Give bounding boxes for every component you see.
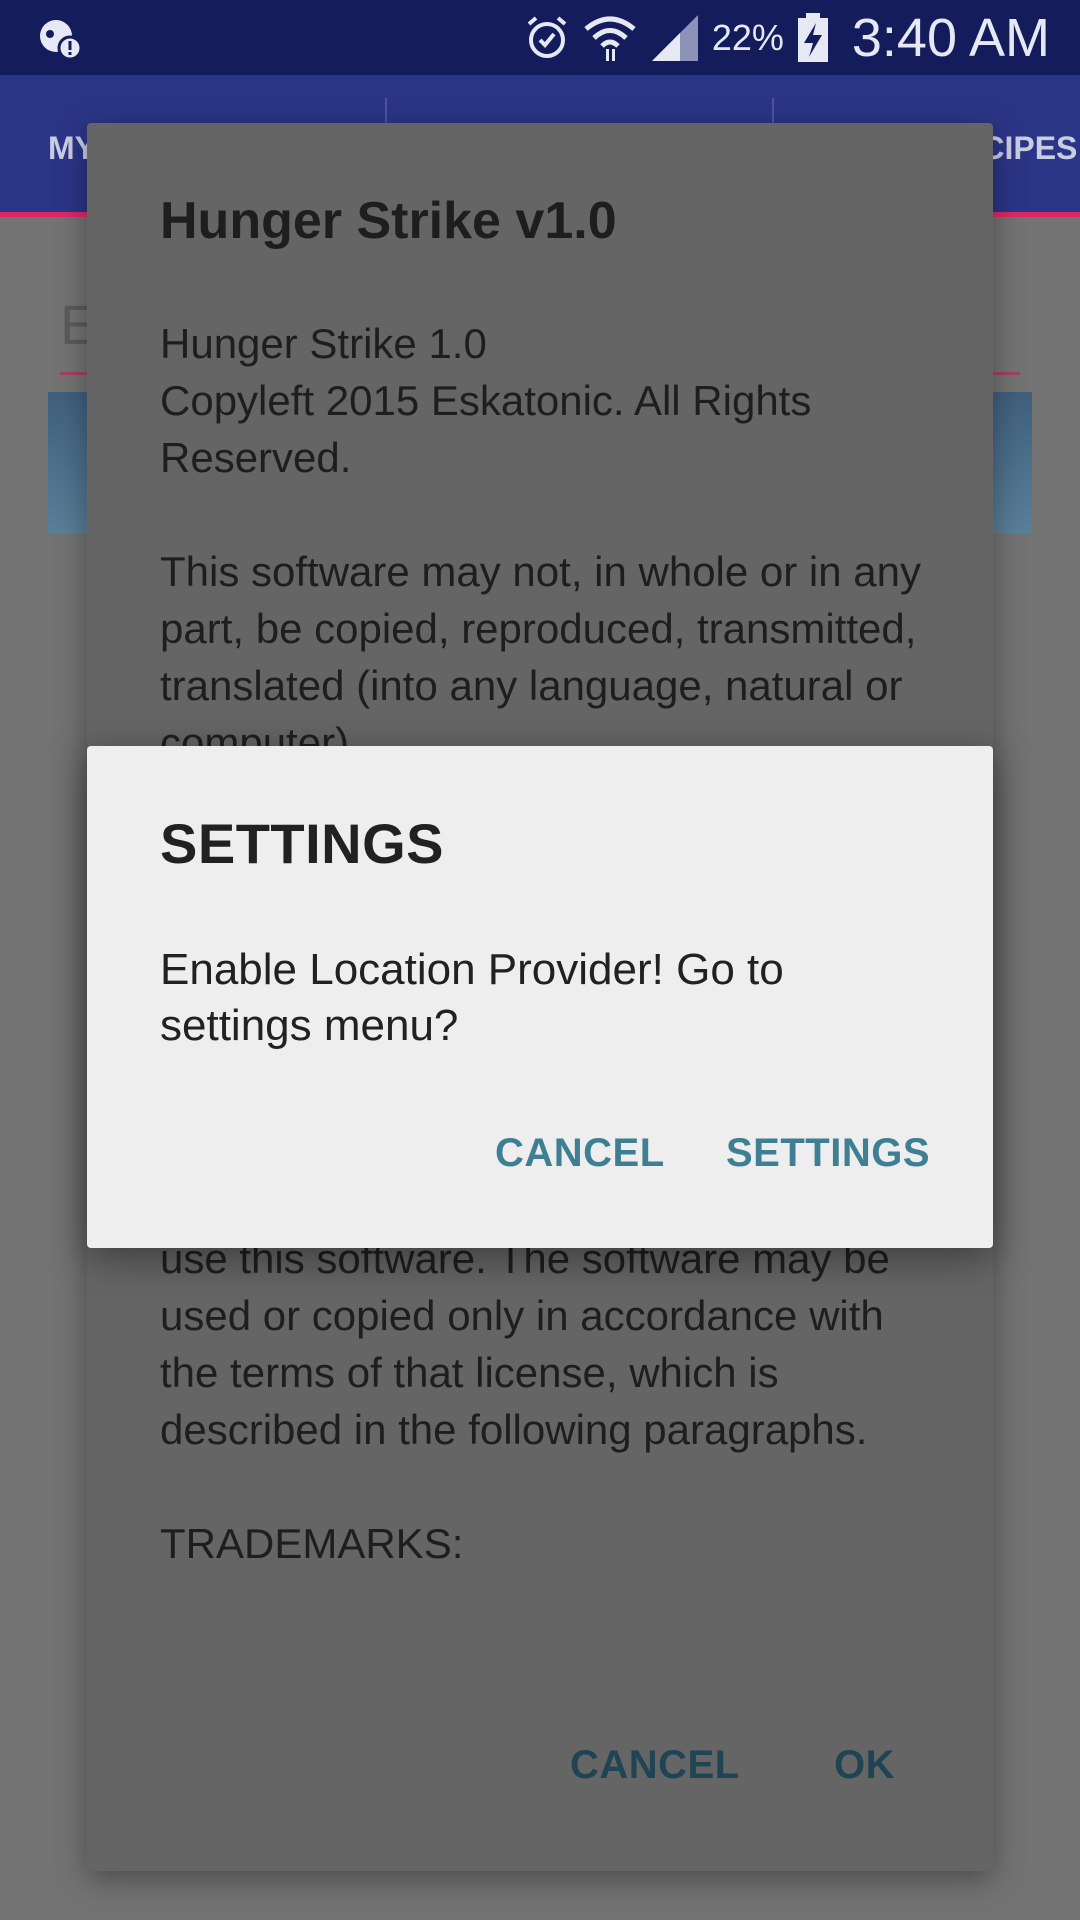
settings-cancel-button[interactable]: CANCEL (495, 1131, 665, 1176)
signal-icon (651, 14, 698, 61)
settings-dialog: SETTINGS Enable Location Provider! Go to… (87, 746, 993, 1248)
wifi-icon (584, 16, 636, 61)
settings-dialog-title: SETTINGS (160, 812, 445, 875)
about-dialog-body-continued: use this software. The software may be u… (160, 1235, 890, 1567)
about-cancel-button[interactable]: CANCEL (570, 1743, 740, 1788)
status-bar: 22% 3:40 AM (0, 0, 1080, 75)
about-ok-button[interactable]: OK (834, 1743, 895, 1788)
notification-alert-icon (40, 20, 83, 61)
alarm-icon (527, 15, 567, 58)
settings-open-button[interactable]: SETTINGS (726, 1131, 930, 1176)
battery-charging-icon (797, 12, 828, 62)
battery-percent: 22% (711, 16, 784, 58)
settings-dialog-message: Enable Location Provider! Go to settings… (160, 945, 784, 1050)
about-dialog-title: Hunger Strike v1.0 (160, 192, 617, 250)
about-dialog-body: Hunger Strike 1.0 Copyleft 2015 Eskatoni… (160, 320, 922, 766)
clock: 3:40 AM (851, 7, 1050, 68)
